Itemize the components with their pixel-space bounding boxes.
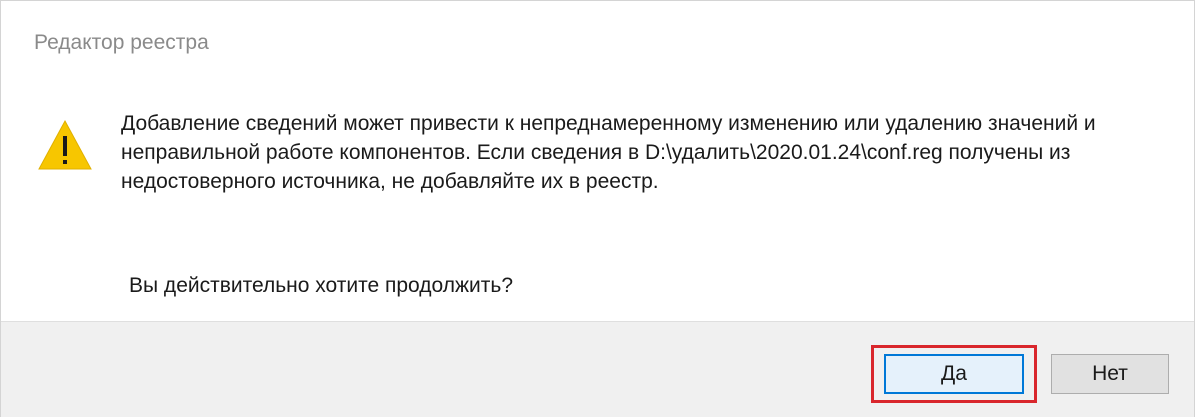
button-bar: Да Нет (1, 321, 1194, 417)
no-button[interactable]: Нет (1051, 354, 1169, 394)
confirmation-question: Вы действительно хотите продолжить? (129, 274, 514, 297)
registry-editor-dialog: Редактор реестра Добавление сведений мож… (0, 0, 1195, 417)
dialog-content: Добавление сведений может привести к неп… (1, 81, 1194, 321)
warning-message: Добавление сведений может привести к неп… (121, 112, 1096, 193)
yes-button[interactable]: Да (884, 354, 1024, 394)
title-bar: Редактор реестра (1, 1, 1194, 81)
warning-icon (38, 119, 92, 170)
window-title: Редактор реестра (34, 31, 209, 54)
